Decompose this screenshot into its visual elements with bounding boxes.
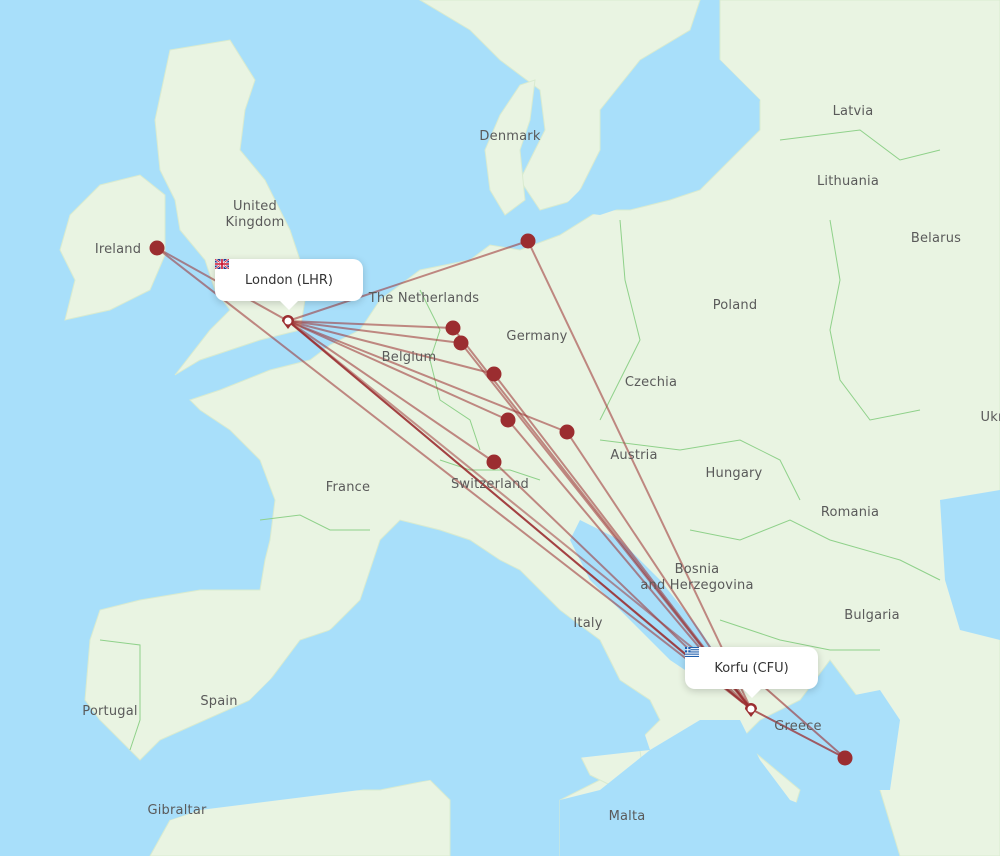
country-label-hungary: Hungary bbox=[705, 466, 763, 481]
denmark-landmass bbox=[484, 79, 536, 216]
country-label-ukraine: Ukr bbox=[980, 410, 1000, 425]
country-label-latvia: Latvia bbox=[832, 104, 874, 119]
country-label-belgium: Belgium bbox=[381, 350, 437, 365]
airport-marker-dusseldorf[interactable] bbox=[445, 320, 461, 336]
country-label-denmark: Denmark bbox=[479, 129, 541, 144]
country-label-bulgaria: Bulgaria bbox=[844, 608, 900, 623]
country-label-austria: Austria bbox=[610, 448, 658, 463]
aegean-sea bbox=[830, 690, 900, 790]
country-label-lithuania: Lithuania bbox=[816, 174, 880, 189]
country-label-belarus: Belarus bbox=[910, 231, 962, 246]
country-label-italy: Italy bbox=[573, 616, 603, 631]
country-label-germany: Germany bbox=[506, 329, 568, 344]
greece-flag-icon bbox=[685, 647, 699, 657]
country-label-portugal: Portugal bbox=[82, 704, 138, 719]
airport-marker-zurich[interactable] bbox=[486, 454, 502, 470]
origin-label: London (LHR) bbox=[245, 272, 333, 288]
country-label-romania: Romania bbox=[820, 505, 880, 520]
country-label-switzerland: Switzerland bbox=[450, 477, 530, 492]
origin-popup[interactable]: London (LHR) bbox=[215, 259, 363, 310]
uk-flag-icon bbox=[215, 259, 229, 269]
airport-marker-stuttgart[interactable] bbox=[500, 412, 516, 428]
airport-marker-cologne[interactable] bbox=[453, 335, 469, 351]
country-label-czechia: Czechia bbox=[624, 375, 678, 390]
country-label-malta: Malta bbox=[608, 809, 646, 824]
airport-marker-dublin[interactable] bbox=[149, 240, 165, 256]
airport-marker-frankfurt[interactable] bbox=[486, 366, 502, 382]
airport-marker-hamburg[interactable] bbox=[520, 233, 536, 249]
country-label-greece: Greece bbox=[774, 719, 822, 734]
country-label-france: France bbox=[325, 480, 371, 495]
country-label-poland: Poland bbox=[712, 298, 758, 313]
destination-label: Korfu (CFU) bbox=[714, 660, 789, 676]
country-label-uk: United Kingdom bbox=[225, 199, 285, 230]
country-label-bosnia: Bosnia and Herzegovina bbox=[640, 562, 754, 593]
route-map[interactable]: Ireland United Kingdom The Netherlands Belgi… bbox=[0, 0, 1000, 856]
airport-marker-munich[interactable] bbox=[559, 424, 575, 440]
country-label-netherlands: The Netherlands bbox=[368, 291, 480, 306]
airport-marker-athens[interactable] bbox=[837, 750, 853, 766]
country-label-spain: Spain bbox=[200, 694, 238, 709]
country-label-gibraltar: Gibraltar bbox=[147, 803, 207, 818]
country-label-ireland: Ireland bbox=[94, 242, 142, 257]
destination-popup[interactable]: Korfu (CFU) bbox=[685, 647, 818, 698]
